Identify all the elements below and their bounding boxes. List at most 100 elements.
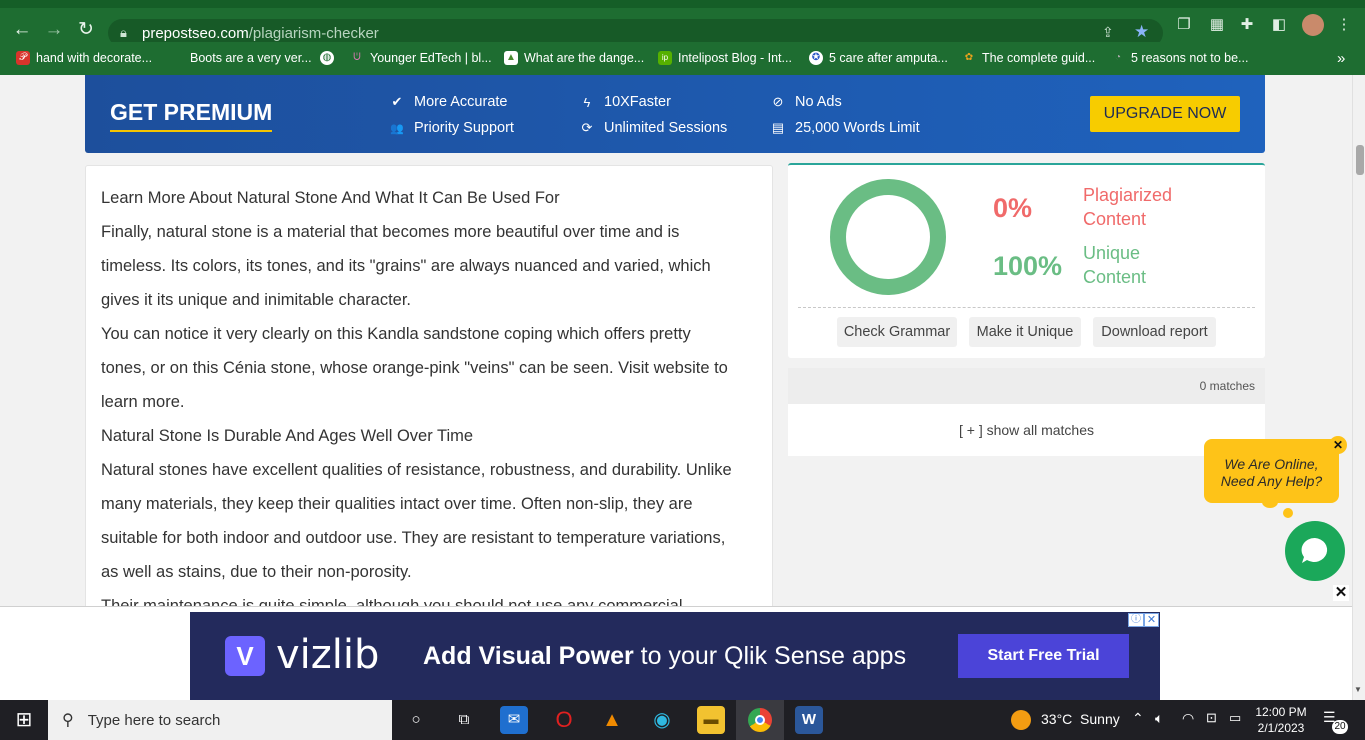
download-report-button[interactable]: Download report: [1093, 317, 1216, 347]
unique-label: Unique Content: [1083, 241, 1146, 289]
start-free-trial-button[interactable]: Start Free Trial: [958, 634, 1129, 678]
vlc-icon[interactable]: ▲: [598, 706, 626, 734]
clock[interactable]: 12:00 PM 2/1/2023: [1255, 704, 1307, 736]
unique-label-line: Unique: [1083, 243, 1141, 263]
chat-launcher-button[interactable]: [1285, 521, 1345, 581]
opera-icon[interactable]: O: [550, 706, 578, 734]
reload-icon[interactable]: ↻: [74, 18, 98, 42]
bookmark-item[interactable]: ✪ 5 care after amputa...: [809, 49, 948, 67]
bookmark-item[interactable]: ◍ ᕫ Younger EdTech | bl...: [320, 49, 492, 67]
url-host: prepostseo.com: [142, 25, 249, 42]
bookmark-item[interactable]: ▲ What are the dange...: [504, 49, 644, 67]
chat-prompt-bubble[interactable]: We Are Online, Need Any Help?: [1204, 439, 1339, 503]
forward-icon[interactable]: →: [42, 18, 66, 42]
weather-text[interactable]: 33°C Sunny: [1041, 711, 1120, 727]
taskbar-search[interactable]: ⚲ Type here to search: [48, 700, 392, 740]
puzzle-icon[interactable]: ✚: [1238, 16, 1256, 34]
page-scrollbar[interactable]: ▼: [1352, 75, 1365, 700]
vizlib-ad[interactable]: V vizlib Add Visual Power to your Qlik S…: [190, 612, 1160, 701]
menu-kebab-icon[interactable]: ⋮: [1335, 16, 1353, 34]
task-view-icon[interactable]: ⧉: [450, 706, 478, 734]
cortana-icon[interactable]: ○: [402, 706, 430, 734]
edge-icon[interactable]: ◉: [648, 706, 676, 734]
document-icon: ▤: [771, 120, 785, 135]
check-grammar-button[interactable]: Check Grammar: [837, 317, 957, 347]
clock-date: 2/1/2023: [1257, 721, 1305, 735]
ad-headline-rest: to your Qlik Sense apps: [633, 642, 907, 670]
windows-taskbar: ⊞ ⚲ Type here to search ○ ⧉ ✉ O ▲ ◉ ▬ W …: [0, 700, 1365, 740]
wifi-icon[interactable]: ◠: [1182, 710, 1194, 727]
chat-bubble-tail: [1283, 508, 1293, 518]
bookmarks-overflow-button[interactable]: »: [1337, 49, 1345, 67]
display-icon[interactable]: ⊡: [1206, 710, 1217, 726]
bookmark-star-icon[interactable]: ★: [1134, 22, 1149, 42]
mail-icon[interactable]: ✉: [500, 706, 528, 734]
article-line: timeless. Its colors, its tones, and its…: [101, 257, 711, 275]
article-line: Finally, natural stone is a material tha…: [101, 223, 680, 241]
bookmark-item[interactable]: Boots are a very ver...: [190, 49, 312, 67]
plagiarized-label-line: Content: [1083, 209, 1147, 229]
premium-feature: 👥 Priority Support: [390, 120, 514, 136]
start-button[interactable]: ⊞: [0, 700, 48, 740]
article-line: as well as stains, due to their non-poro…: [101, 563, 412, 581]
battery-icon[interactable]: ▭: [1229, 710, 1241, 726]
premium-feature: ϟ 10XFaster: [580, 94, 671, 110]
bolt-icon: ϟ: [583, 94, 591, 110]
url-text[interactable]: prepostseo.com/plagiarism-checker: [142, 25, 379, 42]
article-line: Their maintenance is quite simple, altho…: [101, 597, 683, 606]
taskbar-active-app[interactable]: [736, 700, 784, 740]
uniqueness-donut-chart: [830, 179, 946, 295]
lock-icon[interactable]: 🔒︎: [120, 25, 127, 41]
premium-feature: ▤ 25,000 Words Limit: [771, 120, 920, 136]
matches-panel: [ + ] show all matches: [788, 404, 1265, 456]
check-circle-icon: ✔: [391, 94, 403, 109]
page-content: GET PREMIUM ✔ More Accurate 👥 Priority Sup…: [0, 75, 1352, 606]
chat-bubble-close-icon[interactable]: ✕: [1329, 436, 1347, 454]
scrollbar-thumb[interactable]: [1356, 145, 1364, 175]
unique-label-line: Content: [1083, 267, 1147, 287]
chat-line: We Are Online,: [1224, 456, 1319, 472]
bookmark-favicon-icon: 𝒫: [16, 51, 30, 65]
scroll-down-icon[interactable]: ▼: [1354, 685, 1362, 694]
upgrade-now-button[interactable]: UPGRADE NOW: [1090, 96, 1240, 132]
premium-feature: ✔ More Accurate: [390, 94, 508, 110]
text-input-area[interactable]: Learn More About Natural Stone And What …: [85, 165, 773, 606]
search-icon: ⚲: [62, 712, 74, 729]
reader-icon[interactable]: ▦: [1208, 16, 1226, 34]
bookmark-item[interactable]: ✿ The complete guid...: [962, 49, 1095, 67]
ad-info-icon[interactable]: ⓘ: [1128, 613, 1144, 627]
tray-expand-icon[interactable]: ⌃: [1132, 710, 1144, 727]
feature-label: Priority Support: [414, 120, 514, 136]
ad-dismiss-icon[interactable]: ✕: [1144, 613, 1159, 627]
profile-avatar[interactable]: [1302, 14, 1324, 36]
article-line: learn more.: [101, 393, 185, 411]
make-it-unique-button[interactable]: Make it Unique: [969, 317, 1081, 347]
plagiarized-label: Plagiarized Content: [1083, 183, 1172, 231]
bookmark-label: Younger EdTech | bl...: [370, 51, 492, 65]
bookmark-item[interactable]: ip Intelipost Blog - Int...: [658, 49, 792, 67]
word-icon[interactable]: W: [795, 706, 823, 734]
feature-label: No Ads: [795, 94, 842, 110]
back-icon[interactable]: ←: [10, 18, 34, 42]
chat-line: Need Any Help?: [1220, 473, 1323, 489]
results-card: 0% Plagiarized Content 100% Unique Content…: [788, 163, 1265, 358]
clock-time: 12:00 PM: [1255, 705, 1307, 719]
no-ads-icon: ⊘: [772, 94, 784, 109]
bookmark-item[interactable]: 𝒫hand with decorate...: [16, 49, 152, 67]
share-icon[interactable]: ⇪: [1102, 24, 1114, 41]
tab-strip: [0, 0, 1365, 8]
bookmark-item[interactable]: ◔ 5 reasons not to be...: [1111, 49, 1248, 67]
file-explorer-icon[interactable]: ▬: [697, 706, 725, 734]
globe-icon: ◍: [320, 51, 334, 65]
feature-label: Unlimited Sessions: [604, 120, 728, 136]
chat-prompt-text: We Are Online, Need Any Help?: [1204, 456, 1339, 490]
matches-count: 0 matches: [1199, 379, 1255, 393]
chat-bubble-tail: [1262, 496, 1278, 508]
article-line: You can notice it very clearly on this K…: [101, 325, 691, 343]
extension-icon[interactable]: ❐: [1175, 16, 1193, 34]
volume-icon[interactable]: 🔈︎: [1155, 710, 1163, 727]
ad-close-icon[interactable]: ✕: [1333, 585, 1349, 601]
side-panel-icon[interactable]: ◧: [1270, 16, 1288, 34]
premium-title: GET PREMIUM: [110, 99, 273, 132]
show-all-matches-link[interactable]: [ + ] show all matches: [788, 422, 1265, 438]
